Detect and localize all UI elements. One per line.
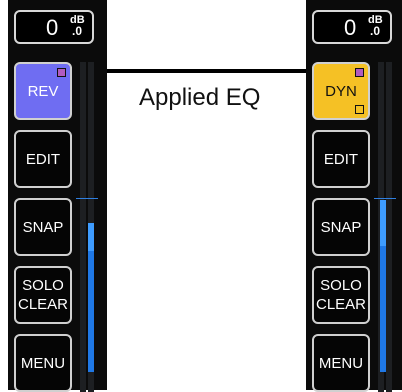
dyn-button[interactable]: DYN [312,62,370,120]
solo-clear-button[interactable]: SOLO CLEAR [14,266,72,324]
rev-button[interactable]: REV [14,62,72,120]
gain-fraction: .0 [370,24,381,38]
annotation-label: Applied EQ [139,84,261,111]
left-channel-strip: 0 dB .0 REV EDIT SNAP SOLO CLEAR MENU [8,0,107,392]
snap-button[interactable]: SNAP [14,198,72,256]
gain-value: 0 [344,15,357,40]
snap-button-label: SNAP [320,218,362,236]
gain-readout: 0 dB .0 [312,10,392,44]
outline-square-icon [355,105,364,114]
annotation-line [107,69,308,73]
meter-track [386,62,392,392]
edit-button[interactable]: EDIT [14,130,72,188]
snap-button[interactable]: SNAP [312,198,370,256]
rev-button-label: REV [27,82,59,100]
edit-button[interactable]: EDIT [312,130,370,188]
level-meter [380,200,386,372]
edit-button-label: EDIT [25,150,61,168]
indicator-square-icon [355,68,364,77]
menu-button-label: MENU [318,354,364,372]
right-channel-strip: 0 dB .0 DYN EDIT SNAP SOLO CLEAR MENU [306,0,402,392]
meter-track [80,62,86,392]
menu-button[interactable]: MENU [312,334,370,392]
gain-fraction: .0 [72,24,83,38]
solo-clear-button-label: SOLO CLEAR [17,277,69,313]
gain-value: 0 [46,15,59,40]
edit-button-label: EDIT [323,150,359,168]
dyn-button-label: DYN [325,82,357,100]
solo-clear-button[interactable]: SOLO CLEAR [312,266,370,324]
snap-button-label: SNAP [22,218,64,236]
gain-readout: 0 dB .0 [14,10,94,44]
meter-tick [76,198,98,199]
indicator-square-icon [57,68,66,77]
level-meter [88,223,94,372]
menu-button-label: MENU [20,354,66,372]
meter-tick [374,198,396,199]
menu-button[interactable]: MENU [14,334,72,392]
solo-clear-button-label: SOLO CLEAR [315,277,367,313]
